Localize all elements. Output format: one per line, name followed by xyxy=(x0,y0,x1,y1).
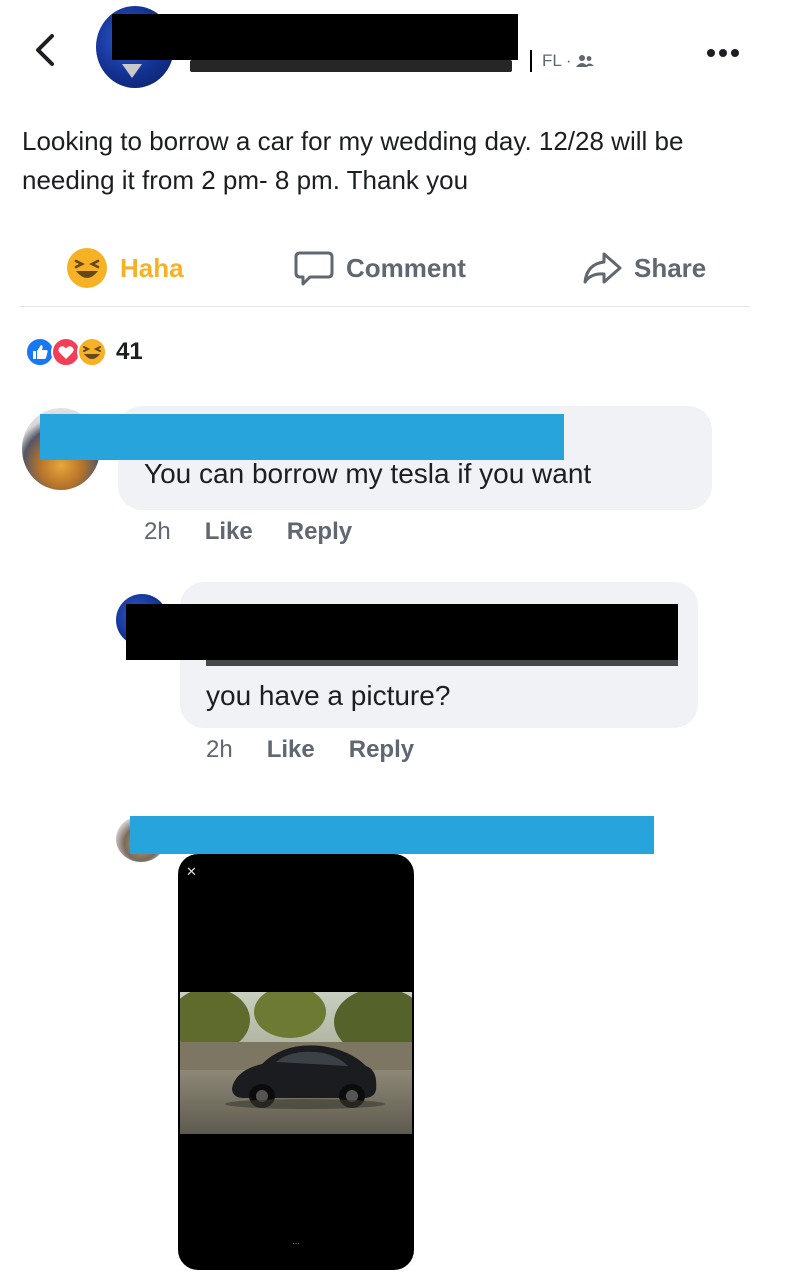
redaction-edge xyxy=(530,50,532,72)
comment-text: You can borrow my tesla if you want xyxy=(144,458,592,489)
close-icon: ✕ xyxy=(186,864,197,879)
haha-reaction-button[interactable]: Haha xyxy=(66,248,184,288)
back-chevron-icon xyxy=(36,34,54,66)
redacted-commenter-name xyxy=(40,414,564,460)
reply-text: you have a picture? xyxy=(206,680,451,711)
haha-reaction-icon xyxy=(77,337,107,367)
redacted-commenter-name xyxy=(130,816,654,854)
comment-label: Comment xyxy=(346,252,466,283)
back-button[interactable] xyxy=(28,30,64,70)
comment-icon xyxy=(294,251,334,286)
reaction-count: 41 xyxy=(116,338,143,365)
image-page-indicator: ··· xyxy=(292,1239,300,1248)
redacted-replier-name xyxy=(126,604,678,660)
attached-screenshot-image[interactable]: ✕ ··· xyxy=(178,854,414,1270)
reply-like-button[interactable]: Like xyxy=(267,736,315,764)
haha-label: Haha xyxy=(120,252,184,283)
reply-reply-button[interactable]: Reply xyxy=(349,736,414,764)
comment-button[interactable]: Comment xyxy=(294,248,466,288)
comment-reply-button[interactable]: Reply xyxy=(287,518,352,546)
reply-time: 2h xyxy=(206,736,233,763)
comment-like-button[interactable]: Like xyxy=(205,518,253,546)
divider xyxy=(20,306,750,307)
more-options-button[interactable] xyxy=(706,34,740,65)
car-photo xyxy=(180,992,412,1134)
more-icon xyxy=(707,49,739,57)
post-text: Looking to borrow a car for my wedding d… xyxy=(22,126,684,195)
post-location: FL · xyxy=(542,51,572,70)
comment-meta: 2h Like Reply xyxy=(144,518,352,546)
redacted-poster-name xyxy=(112,14,518,60)
share-icon xyxy=(583,252,622,284)
share-label: Share xyxy=(634,252,707,283)
haha-icon xyxy=(67,248,107,288)
redacted-post-subtitle xyxy=(190,60,512,72)
reactions-summary[interactable]: 41 xyxy=(24,336,143,368)
redacted-replier-name-residue xyxy=(206,656,678,666)
share-button[interactable]: Share xyxy=(582,248,706,288)
reply-meta: 2h Like Reply xyxy=(206,736,414,764)
friends-icon xyxy=(575,55,594,67)
comment-time: 2h xyxy=(144,518,171,545)
post-meta: FL · xyxy=(530,50,594,72)
